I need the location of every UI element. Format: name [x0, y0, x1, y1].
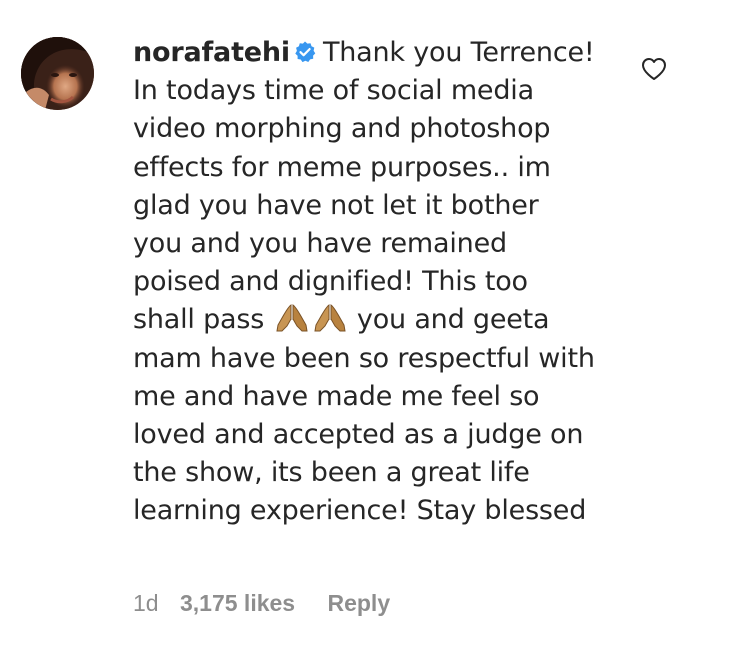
comment-line-1: norafatehi Thank you Terrence! — [133, 34, 611, 72]
comment-line-7: poised and dignified! This too — [133, 266, 528, 298]
comment-meta: 1d 3,175 likes Reply — [133, 590, 390, 617]
likes-count-button[interactable]: 3,175 likes — [180, 590, 295, 617]
comment-line-2: In todays time of social media — [133, 75, 534, 107]
username-link[interactable]: norafatehi — [133, 37, 290, 68]
avatar-image — [21, 37, 94, 110]
verified-badge-icon — [295, 41, 316, 63]
comment: norafatehi Thank you Terrence! In todays … — [0, 0, 730, 647]
comment-line-10: me and have made me feel so — [133, 380, 540, 412]
timestamp: 1d — [133, 590, 159, 616]
comment-line-3: video morphing and photoshop — [133, 113, 551, 145]
reply-button[interactable]: Reply — [327, 590, 390, 617]
comment-text-before-emoji: shall pass — [133, 304, 265, 336]
comment-line-4: effects for meme purposes.. im — [133, 151, 551, 183]
comment-text-after-emoji: you and geeta — [356, 304, 550, 336]
comment-line-12: the show, its been a great life — [133, 457, 530, 489]
comment-line-11: loved and accepted as a judge on — [133, 419, 584, 451]
heart-outline-icon[interactable] — [641, 57, 667, 81]
avatar[interactable] — [21, 37, 94, 110]
comment-line-5: glad you have not let it bother — [133, 189, 539, 221]
comment-line-9: mam have been so respectful with — [133, 342, 595, 374]
comment-body: norafatehi Thank you Terrence! In todays … — [133, 34, 611, 531]
comment-text: Thank you Terrence! — [322, 37, 595, 68]
folded-hands-emoji-2 — [313, 304, 346, 332]
comment-line-13: learning experience! Stay blessed — [133, 495, 587, 527]
comment-line-6: you and you have remained — [133, 228, 507, 260]
folded-hands-emoji-1 — [275, 304, 308, 332]
comment-line-8: shall pass you and geeta — [133, 301, 611, 339]
